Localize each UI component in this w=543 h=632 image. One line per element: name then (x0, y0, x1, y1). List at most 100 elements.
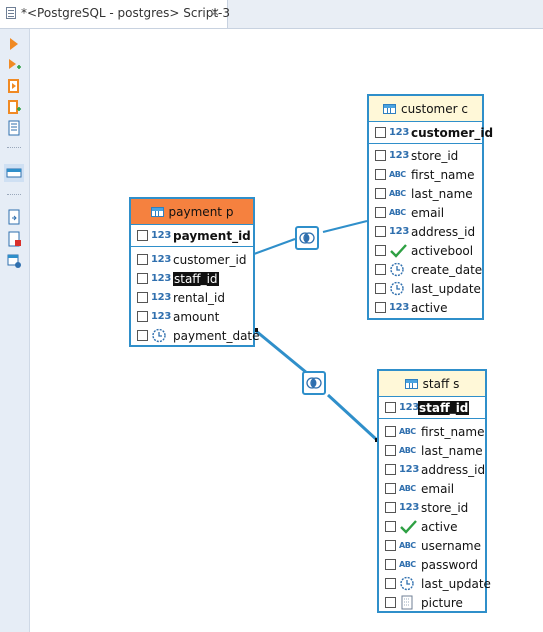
column-name: password (421, 557, 478, 572)
run-statement-icon[interactable] (6, 36, 22, 52)
column-row[interactable]: ABC password (379, 555, 485, 574)
numeric-type-icon: 123 (389, 150, 409, 161)
tab-title: *<PostgreSQL - postgres> Script-3 (21, 6, 231, 20)
text-type-icon: ABC (399, 427, 416, 436)
entity-title: staff s (422, 376, 460, 391)
column-row[interactable]: ABC first_name (379, 422, 485, 441)
column-row[interactable]: ABC email (369, 203, 482, 222)
column-checkbox[interactable] (385, 483, 396, 494)
column-name: store_id (421, 500, 469, 515)
table-icon (404, 378, 418, 389)
entity-header[interactable]: staff s (379, 371, 485, 397)
column-checkbox[interactable] (375, 245, 386, 256)
pk-column-row[interactable]: 123 payment_id (131, 225, 253, 247)
editor-tab-bar: *<PostgreSQL - postgres> Script-3 ⨯ (0, 0, 543, 29)
pk-column-row[interactable]: 123 customer_id (369, 122, 493, 144)
column-checkbox[interactable] (385, 445, 396, 456)
column-row[interactable]: 123 rental_id (131, 288, 253, 307)
column-checkbox[interactable] (385, 597, 396, 608)
entity-staff[interactable]: staff s 123 staff_id ABC first_name ABC … (377, 369, 491, 613)
column-checkbox[interactable] (385, 464, 396, 475)
column-checkbox[interactable] (375, 302, 386, 313)
entity-customer[interactable]: customer c 123 customer_id 123 store_id … (367, 94, 493, 320)
column-checkbox[interactable] (375, 150, 386, 161)
column-row[interactable]: 123 store_id (379, 498, 485, 517)
column-row[interactable]: 123 address_id (379, 460, 485, 479)
editor-toolbar (0, 29, 30, 632)
column-row[interactable]: ABC last_name (379, 441, 485, 460)
column-row[interactable]: activebool (369, 241, 482, 260)
datetime-type-icon (389, 262, 407, 277)
column-row[interactable]: last_update (379, 574, 491, 593)
execute-script-new-tab-icon[interactable] (6, 99, 22, 115)
table-icon (383, 103, 397, 114)
settings-icon[interactable] (6, 253, 22, 269)
column-checkbox[interactable] (385, 559, 396, 570)
diagram-canvas[interactable]: payment p 123 payment_id 123 customer_id… (30, 29, 543, 632)
column-name: store_id (411, 148, 459, 163)
column-checkbox[interactable] (137, 292, 148, 303)
column-row[interactable]: 123 staff_id (131, 269, 253, 288)
column-checkbox[interactable] (385, 426, 396, 437)
column-checkbox[interactable] (385, 521, 396, 532)
column-name: active (411, 300, 448, 315)
error-log-icon[interactable] (6, 231, 22, 247)
column-checkbox[interactable] (137, 230, 148, 241)
toolbar-separator (7, 147, 21, 149)
export-icon[interactable] (6, 209, 22, 225)
column-checkbox[interactable] (137, 311, 148, 322)
text-type-icon: ABC (399, 560, 416, 569)
column-checkbox[interactable] (385, 540, 396, 551)
column-checkbox[interactable] (375, 226, 386, 237)
execute-script-icon[interactable] (6, 78, 22, 94)
column-name: address_id (411, 224, 476, 239)
column-row[interactable]: 123 store_id (369, 146, 482, 165)
table-icon (150, 206, 164, 217)
column-row[interactable]: 123 amount (131, 307, 253, 326)
column-checkbox[interactable] (375, 188, 386, 199)
column-row[interactable]: 123 active (369, 298, 482, 317)
text-type-icon: ABC (399, 541, 416, 550)
numeric-type-icon: 123 (151, 292, 171, 303)
results-panel-icon[interactable] (4, 164, 24, 182)
inner-join-icon[interactable] (295, 226, 319, 250)
datetime-type-icon (151, 328, 169, 343)
column-row[interactable]: active (379, 517, 485, 536)
column-row[interactable]: create_date (369, 260, 482, 279)
column-name: rental_id (173, 290, 226, 305)
pk-column-row[interactable]: 123 staff_id (379, 397, 485, 419)
column-row[interactable]: ABC last_name (369, 184, 482, 203)
column-checkbox[interactable] (375, 283, 386, 294)
column-row[interactable]: ABC email (379, 479, 485, 498)
column-name: last_name (421, 443, 483, 458)
column-checkbox[interactable] (137, 330, 148, 341)
entity-payment[interactable]: payment p 123 payment_id 123 customer_id… (129, 197, 260, 347)
column-row[interactable]: 123 customer_id (131, 250, 253, 269)
column-row[interactable]: payment_date (131, 326, 260, 345)
column-name: email (411, 205, 445, 220)
column-row[interactable]: ABC first_name (369, 165, 482, 184)
column-checkbox[interactable] (385, 578, 396, 589)
entity-header[interactable]: customer c (369, 96, 482, 122)
column-checkbox[interactable] (385, 502, 396, 513)
column-name: create_date (411, 262, 483, 277)
inner-join-icon[interactable] (302, 371, 326, 395)
column-checkbox[interactable] (137, 254, 148, 265)
column-row[interactable]: last_update (369, 279, 482, 298)
run-statement-new-tab-icon[interactable] (6, 57, 22, 73)
column-checkbox[interactable] (375, 127, 386, 138)
column-checkbox[interactable] (375, 169, 386, 180)
explain-plan-icon[interactable] (6, 120, 22, 136)
close-tab-icon[interactable]: ⨯ (210, 5, 220, 19)
column-checkbox[interactable] (137, 273, 148, 284)
text-type-icon: ABC (399, 446, 416, 455)
column-name: last_name (411, 186, 473, 201)
column-checkbox[interactable] (385, 402, 396, 413)
column-row[interactable]: picture (379, 593, 485, 612)
script-tab[interactable]: *<PostgreSQL - postgres> Script-3 ⨯ (0, 0, 231, 28)
entity-header[interactable]: payment p (131, 199, 253, 225)
column-row[interactable]: ABC username (379, 536, 485, 555)
column-checkbox[interactable] (375, 264, 386, 275)
column-row[interactable]: 123 address_id (369, 222, 482, 241)
column-checkbox[interactable] (375, 207, 386, 218)
